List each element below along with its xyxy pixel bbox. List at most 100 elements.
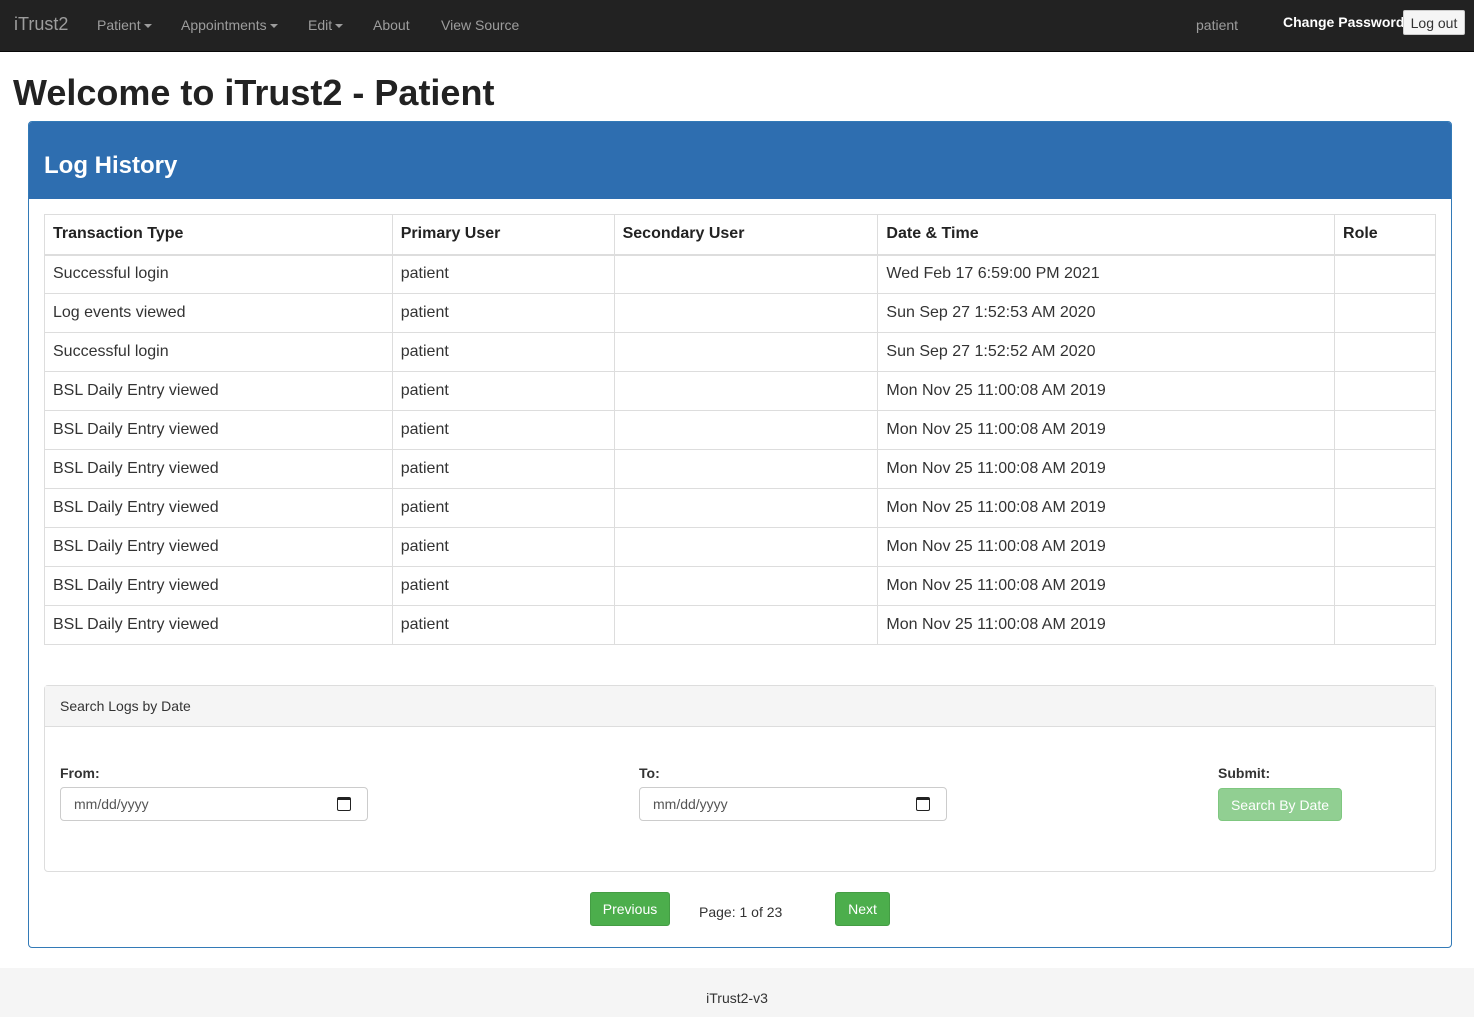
cell-date-time: Mon Nov 25 11:00:08 AM 2019 [877, 371, 1336, 411]
from-date-label: From: [60, 765, 100, 781]
cell-secondary-user [613, 293, 879, 333]
footer: iTrust2-v3 [0, 968, 1474, 1017]
to-date-placeholder: mm/dd/yyyy [653, 796, 728, 812]
cell-primary-user: patient [391, 566, 615, 606]
search-by-date-button[interactable]: Search By Date [1218, 788, 1342, 821]
cell-transaction-type: BSL Daily Entry viewed [44, 605, 393, 645]
cell-primary-user: patient [391, 449, 615, 489]
cell-date-time: Mon Nov 25 11:00:08 AM 2019 [877, 566, 1336, 606]
cell-date-time: Sun Sep 27 1:52:52 AM 2020 [877, 332, 1336, 372]
column-header-primary-user: Primary User [391, 214, 615, 256]
to-date-label: To: [639, 765, 660, 781]
cell-primary-user: patient [391, 410, 615, 450]
cell-role [1334, 254, 1436, 294]
nav-menu-patient[interactable]: Patient [97, 17, 152, 33]
cell-transaction-type: Successful login [44, 332, 393, 372]
nav-link-about[interactable]: About [373, 17, 410, 33]
cell-role [1334, 566, 1436, 606]
table-row: Successful login patient Wed Feb 17 6:59:0… [44, 254, 1436, 294]
cell-date-time: Mon Nov 25 11:00:08 AM 2019 [877, 527, 1336, 567]
search-logs-panel: Search Logs by Date From: mm/dd/yyyy To:… [44, 685, 1436, 872]
cell-transaction-type: Successful login [44, 254, 393, 294]
cell-secondary-user [613, 449, 879, 489]
cell-date-time: Mon Nov 25 11:00:08 AM 2019 [877, 449, 1336, 489]
cell-role [1334, 449, 1436, 489]
cell-secondary-user [613, 566, 879, 606]
nav-menu-label: Appointments [181, 17, 267, 33]
calendar-icon[interactable] [337, 797, 351, 811]
cell-date-time: Mon Nov 25 11:00:08 AM 2019 [877, 488, 1336, 528]
column-header-role: Role [1334, 214, 1436, 256]
panel-heading: Log History [29, 122, 1451, 199]
panel-title: Log History [44, 152, 178, 179]
cell-secondary-user [613, 371, 879, 411]
table-header-row: Transaction Type Primary User Secondary … [44, 214, 1436, 256]
from-date-input[interactable]: mm/dd/yyyy [60, 787, 368, 821]
cell-date-time: Wed Feb 17 6:59:00 PM 2021 [877, 254, 1336, 294]
cell-role [1334, 371, 1436, 411]
brand-link[interactable]: iTrust2 [14, 14, 68, 35]
table-row: BSL Daily Entry viewed patient Mon Nov 25 … [44, 488, 1436, 528]
from-date-placeholder: mm/dd/yyyy [74, 796, 149, 812]
current-username: patient [1196, 17, 1239, 33]
cell-primary-user: patient [391, 527, 615, 567]
cell-date-time: Mon Nov 25 11:00:08 AM 2019 [877, 410, 1336, 450]
cell-primary-user: patient [391, 488, 615, 528]
next-page-button[interactable]: Next [835, 892, 890, 926]
previous-page-button[interactable]: Previous [590, 892, 670, 926]
cell-secondary-user [613, 332, 879, 372]
cell-primary-user: patient [391, 371, 615, 411]
cell-role [1334, 293, 1436, 333]
table-row: BSL Daily Entry viewed patient Mon Nov 25 … [44, 566, 1436, 606]
nav-menu-label: Edit [308, 17, 333, 33]
cell-secondary-user [613, 605, 879, 645]
table-row: BSL Daily Entry viewed patient Mon Nov 25 … [44, 410, 1436, 450]
cell-secondary-user [613, 254, 879, 294]
table-row: BSL Daily Entry viewed patient Mon Nov 25 … [44, 371, 1436, 411]
cell-secondary-user [613, 410, 879, 450]
search-panel-heading: Search Logs by Date [45, 686, 1435, 727]
cell-transaction-type: Log events viewed [44, 293, 393, 333]
cell-transaction-type: BSL Daily Entry viewed [44, 488, 393, 528]
cell-secondary-user [613, 488, 879, 528]
change-password-link[interactable]: Change Password [1283, 14, 1404, 30]
cell-transaction-type: BSL Daily Entry viewed [44, 566, 393, 606]
log-table-body: Successful login patient Wed Feb 17 6:59:0… [44, 254, 1436, 645]
table-row: Log events viewed patient Sun Sep 27 1:52:… [44, 293, 1436, 333]
cell-transaction-type: BSL Daily Entry viewed [44, 371, 393, 411]
to-date-input[interactable]: mm/dd/yyyy [639, 787, 947, 821]
footer-version: iTrust2-v3 [706, 990, 768, 1006]
log-table: Transaction Type Primary User Secondary … [44, 214, 1436, 645]
page-indicator: Page: 1 of 23 [699, 904, 783, 920]
cell-role [1334, 527, 1436, 567]
page-title: Welcome to iTrust2 - Patient [13, 72, 495, 113]
cell-secondary-user [613, 527, 879, 567]
cell-primary-user: patient [391, 293, 615, 333]
nav-menu-appointments[interactable]: Appointments [181, 17, 278, 33]
nav-link-view-source[interactable]: View Source [441, 17, 519, 33]
column-header-transaction-type: Transaction Type [44, 214, 393, 256]
cell-primary-user: patient [391, 605, 615, 645]
calendar-icon[interactable] [916, 797, 930, 811]
cell-date-time: Sun Sep 27 1:52:53 AM 2020 [877, 293, 1336, 333]
cell-transaction-type: BSL Daily Entry viewed [44, 449, 393, 489]
column-header-date-time: Date & Time [877, 214, 1336, 256]
log-history-panel: Log History Transaction Type Primary Use… [28, 121, 1452, 948]
cell-transaction-type: BSL Daily Entry viewed [44, 410, 393, 450]
cell-primary-user: patient [391, 332, 615, 372]
caret-down-icon [143, 24, 152, 29]
top-navbar: iTrust2 Patient Appointments Edit About … [0, 0, 1474, 52]
cell-role [1334, 488, 1436, 528]
nav-menu-edit[interactable]: Edit [308, 17, 344, 33]
cell-date-time: Mon Nov 25 11:00:08 AM 2019 [877, 605, 1336, 645]
table-row: BSL Daily Entry viewed patient Mon Nov 25 … [44, 449, 1436, 489]
column-header-secondary-user: Secondary User [613, 214, 879, 256]
nav-menu-label: Patient [97, 17, 141, 33]
table-row: BSL Daily Entry viewed patient Mon Nov 25 … [44, 605, 1436, 645]
table-row: Successful login patient Sun Sep 27 1:52:5… [44, 332, 1436, 372]
submit-label: Submit: [1218, 765, 1271, 781]
table-row: BSL Daily Entry viewed patient Mon Nov 25 … [44, 527, 1436, 567]
caret-down-icon [269, 24, 278, 29]
caret-down-icon [335, 24, 344, 29]
logout-button[interactable]: Log out [1403, 10, 1465, 35]
